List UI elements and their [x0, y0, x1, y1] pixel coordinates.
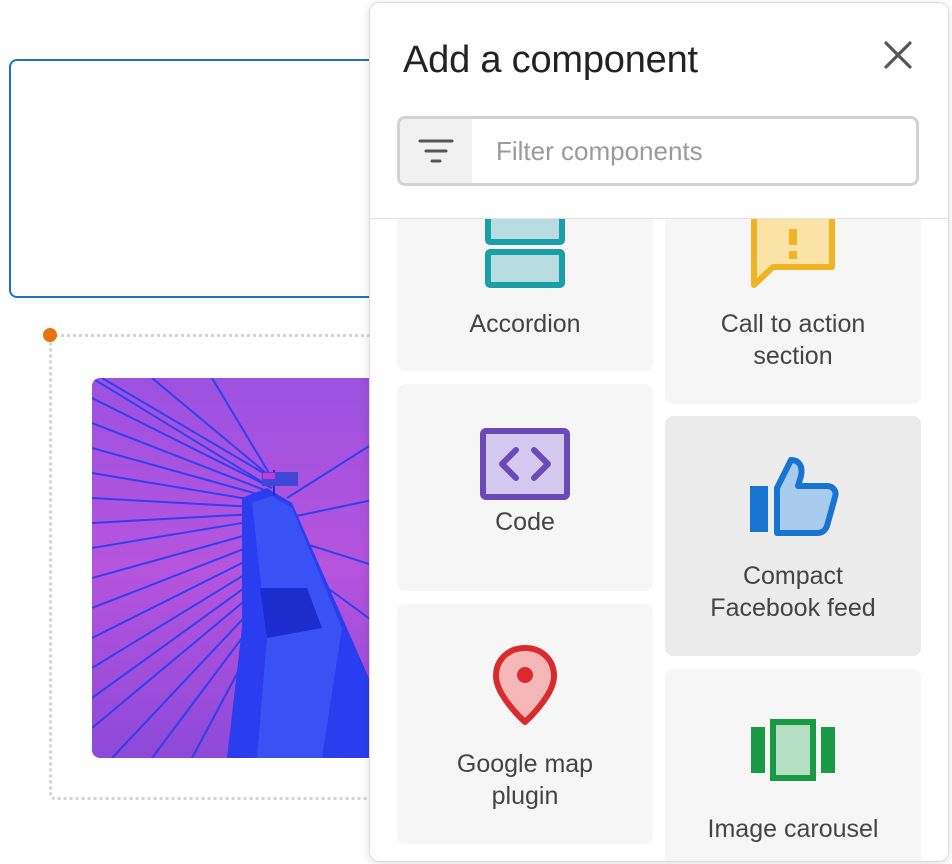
call-to-action-icon [751, 219, 835, 288]
accordion-icon [485, 219, 565, 288]
selected-content-block[interactable] [9, 59, 429, 298]
filter-components-input[interactable] [472, 119, 916, 183]
panel-header: Add a component [370, 3, 948, 219]
component-card-accordion[interactable]: Accordion [397, 219, 653, 371]
thumbs-up-icon [750, 457, 839, 536]
filter-field[interactable] [397, 116, 919, 186]
component-label: Google map plugin [456, 750, 594, 810]
component-card-code[interactable]: Code [397, 384, 653, 591]
filter-icon [418, 139, 454, 163]
add-component-panel: Add a component Filter components Accord… [369, 2, 949, 862]
block-drag-handle[interactable] [43, 328, 57, 342]
code-icon [480, 428, 570, 500]
component-card-call-to-action[interactable]: Call to action section [665, 219, 921, 404]
filter-button[interactable] [400, 119, 472, 183]
close-button[interactable] [876, 33, 920, 77]
component-card-compact-facebook-feed[interactable]: Compact Facebook feed [665, 416, 921, 656]
bridge-photo [92, 378, 382, 758]
component-label-line: Compact Facebook feed [710, 562, 876, 622]
component-label: Call to action section [720, 310, 866, 370]
close-icon [884, 41, 912, 69]
component-label: Image carousel [707, 815, 879, 843]
component-label: Compact Facebook feed [688, 560, 898, 624]
editor-canvas: Add a component Filter components Accord… [0, 0, 952, 864]
component-label: Code [495, 508, 555, 536]
component-card-google-map[interactable]: Google map plugin [397, 604, 653, 844]
map-pin-icon [493, 645, 557, 725]
carousel-icon [751, 719, 835, 781]
component-card-image-carousel[interactable]: Image carousel [665, 669, 921, 861]
component-grid: Accordion Call to action section Code Co… [370, 219, 948, 861]
component-label: Accordion [469, 310, 581, 338]
panel-title: Add a component [403, 39, 698, 81]
